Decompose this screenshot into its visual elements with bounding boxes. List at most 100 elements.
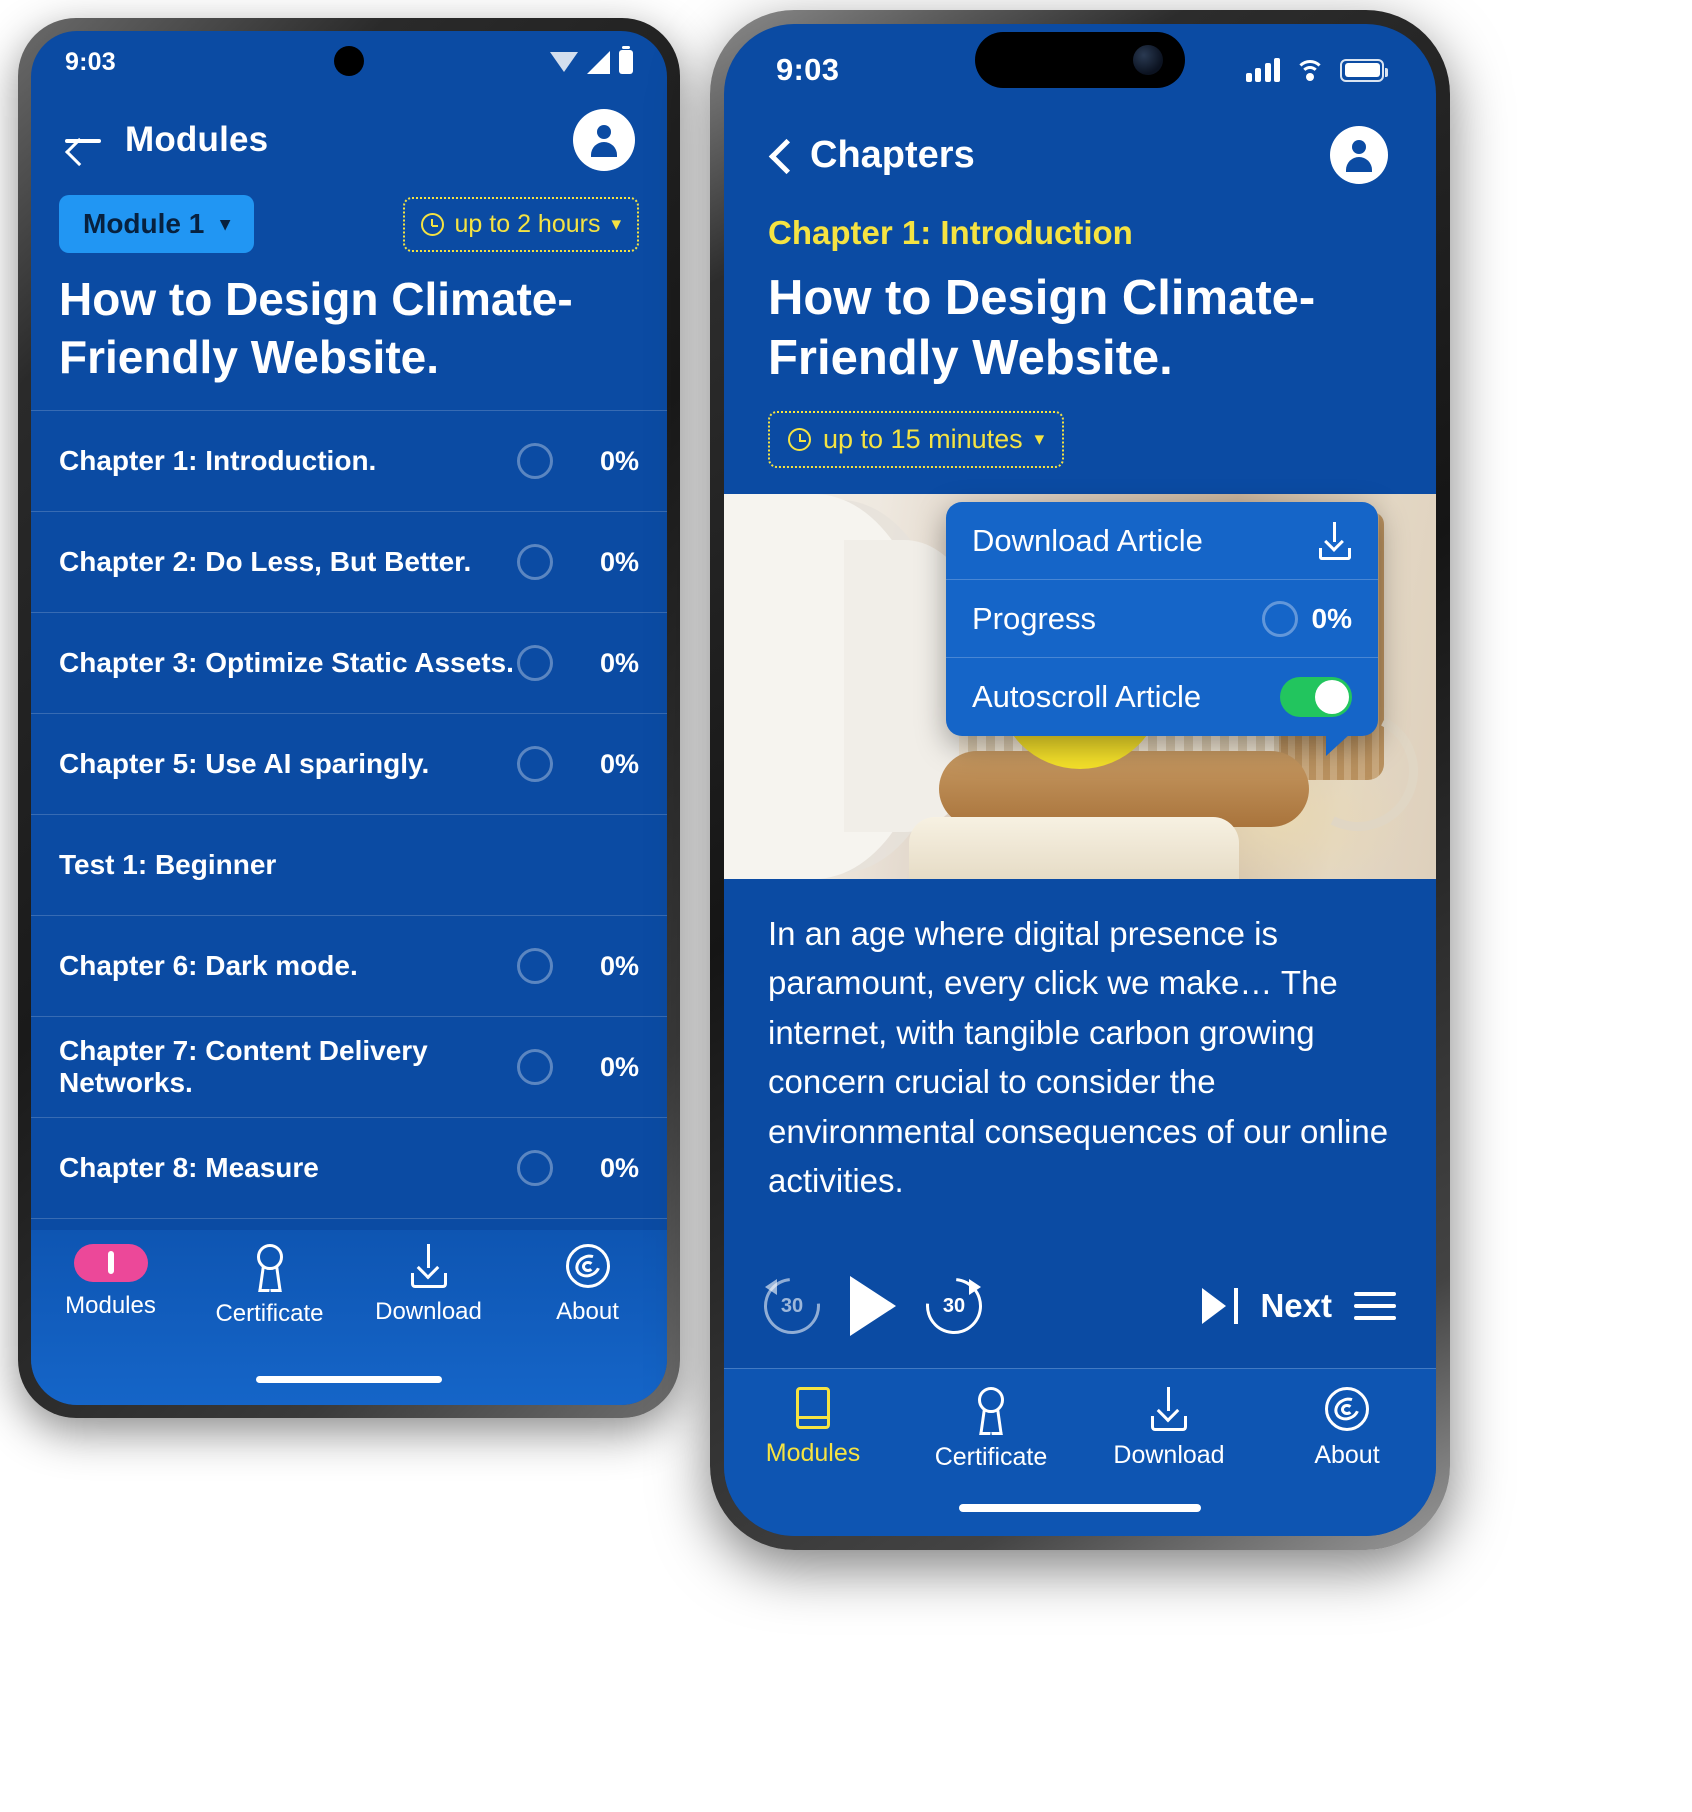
duration-chip[interactable]: up to 15 minutes ▾: [768, 410, 1065, 468]
chapter-row[interactable]: Chapter 1: Introduction. 0%: [31, 411, 667, 512]
ios-nav-bar: Chapters: [724, 116, 1436, 184]
page-title: Modules: [125, 120, 269, 159]
duration-chip[interactable]: up to 2 hours ▾: [402, 196, 639, 252]
progress-ring-icon: [517, 948, 553, 984]
popup-item-progress[interactable]: Progress 0%: [946, 580, 1378, 658]
chevron-down-icon: ▾: [220, 213, 230, 235]
chapter-progress: 0%: [599, 748, 639, 779]
active-tab-pill: [73, 1244, 148, 1282]
popup-item-trailing: [1318, 521, 1352, 560]
progress-ring-icon: [517, 1150, 553, 1186]
chapter-name: Chapter 8: Measure: [59, 1152, 319, 1183]
popup-item-label: Autoscroll Article: [972, 679, 1202, 714]
next-button-label[interactable]: Next: [1260, 1287, 1332, 1325]
android-status-bar: 9:03: [31, 31, 667, 93]
download-icon: [409, 1244, 449, 1288]
page-title[interactable]: Chapters: [810, 134, 975, 177]
tab-label: Certificate: [934, 1443, 1048, 1471]
avatar-glyph: [588, 123, 620, 157]
chapter-name: Chapter 5: Use AI sparingly.: [59, 748, 430, 779]
popup-item-label: Download Article: [972, 522, 1203, 558]
rewind-30-icon[interactable]: 30: [752, 1266, 832, 1346]
chapter-name: Chapter 7: Content Delivery Networks.: [59, 1035, 428, 1098]
chapter-row[interactable]: Test 1: Beginner: [31, 815, 667, 916]
tab-label: About: [556, 1298, 619, 1325]
chapter-progress: 0%: [599, 1051, 639, 1082]
module-selector-label: Module 1: [83, 208, 205, 239]
chapter-progress-group: 0%: [517, 443, 639, 479]
tab-download[interactable]: Download: [1080, 1387, 1258, 1470]
status-icons: [550, 46, 633, 74]
chapter-progress-group: 0%: [517, 948, 639, 984]
dynamic-island: [975, 32, 1185, 88]
audio-player-controls: 30 30 Next: [724, 1244, 1436, 1368]
clock-icon: [420, 212, 444, 236]
progress-ring-icon: [1261, 600, 1298, 637]
tab-certificate[interactable]: Certificate: [902, 1387, 1080, 1472]
account-avatar-icon[interactable]: [573, 109, 635, 171]
tab-about[interactable]: About: [508, 1244, 667, 1326]
android-phone-frame: 9:03 Modules Module 1 ▾ up to 2 hours ▾ …: [18, 18, 680, 1418]
ios-home-indicator: [959, 1504, 1201, 1512]
tab-label: Certificate: [215, 1300, 324, 1327]
tab-download[interactable]: Download: [349, 1244, 508, 1326]
chapter-progress: 0%: [599, 950, 639, 981]
tab-label: About: [1314, 1441, 1380, 1469]
chapter-progress: 0%: [599, 1152, 639, 1183]
tab-modules[interactable]: Modules: [31, 1244, 190, 1320]
android-home-indicator: [256, 1376, 442, 1383]
chapter-row[interactable]: Chapter 7: Content Delivery Networks. 0%: [31, 1017, 667, 1118]
iphone-frame: 9:03 Chapters Chapter 1: Introduction Ho…: [710, 10, 1450, 1550]
tab-certificate[interactable]: Certificate: [190, 1244, 349, 1328]
award-icon: [250, 1244, 290, 1290]
progress-ring-icon: [517, 443, 553, 479]
back-arrow-icon[interactable]: [63, 125, 103, 155]
chapter-row[interactable]: Chapter 5: Use AI sparingly. 0%: [31, 714, 667, 815]
status-time: 9:03: [65, 47, 116, 76]
duration-chip-wrap: up to 15 minutes ▾: [724, 389, 1436, 494]
popup-item-autoscroll[interactable]: Autoscroll Article: [946, 658, 1378, 736]
tab-about[interactable]: About: [1258, 1387, 1436, 1470]
skip-next-icon[interactable]: [1200, 1286, 1239, 1326]
cellular-bars-icon: [1245, 58, 1280, 82]
android-app-bar: Modules: [31, 93, 667, 181]
forward-30-icon[interactable]: 30: [914, 1266, 994, 1346]
chapter-progress-group: 0%: [517, 1150, 639, 1186]
download-icon: [1149, 1387, 1189, 1431]
chapter-list: Chapter 1: Introduction. 0% Chapter 2: D…: [31, 410, 667, 1219]
tab-label: Download: [375, 1298, 482, 1325]
status-time: 9:03: [776, 52, 840, 87]
spiral-icon: [1325, 1387, 1369, 1431]
chapter-progress: 0%: [599, 546, 639, 577]
chapter-row[interactable]: Chapter 3: Optimize Static Assets. 0%: [31, 613, 667, 714]
course-title: How to Design Climate-Friendly Website.: [59, 273, 573, 383]
chevron-left-icon[interactable]: [768, 138, 794, 172]
android-screen: 9:03 Modules Module 1 ▾ up to 2 hours ▾ …: [31, 31, 667, 1405]
front-camera-icon: [1133, 45, 1163, 75]
tab-modules[interactable]: Modules: [724, 1387, 902, 1468]
chapter-row[interactable]: Chapter 8: Measure 0%: [31, 1118, 667, 1219]
chapter-progress-group: 0%: [517, 645, 639, 681]
chevron-down-icon: ▾: [1034, 428, 1045, 450]
module-selector-button[interactable]: Module 1 ▾: [59, 195, 254, 253]
course-title: How to Design Climate-Friendly Website.: [768, 271, 1316, 386]
popup-item-download-article[interactable]: Download Article: [946, 502, 1378, 580]
next-group: Next: [1200, 1286, 1396, 1326]
book-icon: [796, 1387, 830, 1429]
wifi-icon: [550, 52, 578, 72]
chapter-row[interactable]: Chapter 6: Dark mode. 0%: [31, 916, 667, 1017]
autoscroll-toggle[interactable]: [1280, 677, 1352, 717]
chapter-progress: 0%: [599, 445, 639, 476]
award-icon: [971, 1387, 1011, 1433]
hamburger-menu-icon[interactable]: [1354, 1292, 1396, 1320]
status-icons: [1245, 58, 1388, 82]
chapter-row[interactable]: Chapter 2: Do Less, But Better. 0%: [31, 512, 667, 613]
play-icon[interactable]: [850, 1276, 896, 1336]
tab-label: Modules: [65, 1292, 156, 1319]
article-text: In an age where digital presence is para…: [768, 914, 1389, 1200]
signal-icon: [587, 50, 610, 74]
download-icon: [1318, 521, 1352, 560]
account-avatar-icon[interactable]: [1330, 126, 1388, 184]
progress-ring-icon: [517, 544, 553, 580]
book-icon: [107, 1251, 114, 1274]
